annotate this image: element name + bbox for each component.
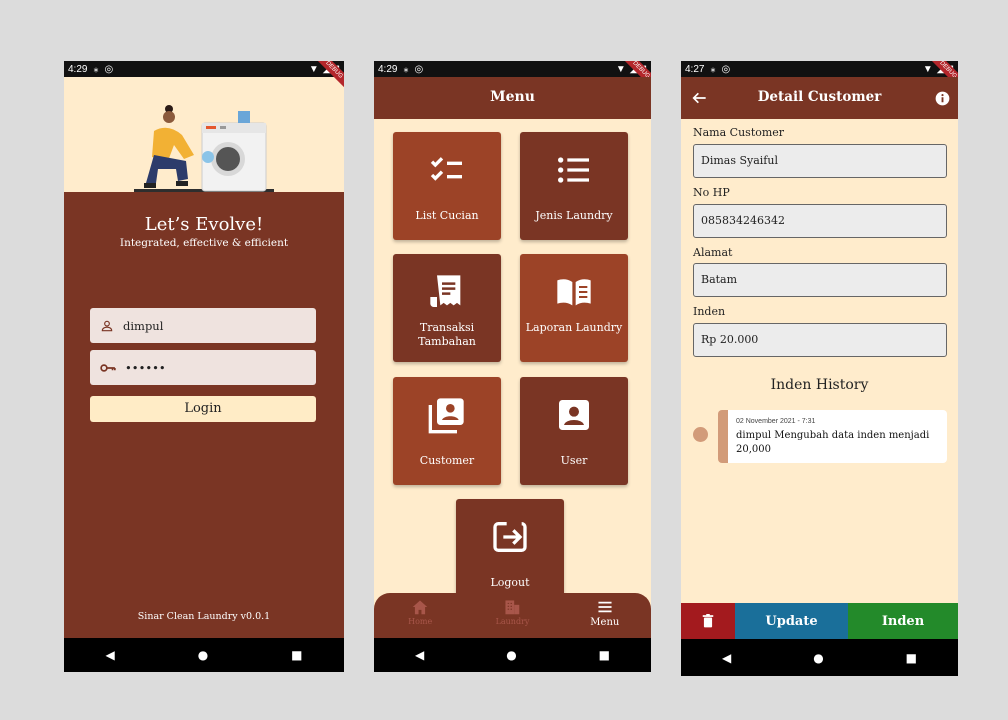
home-icon: [412, 600, 428, 615]
tile-transaksi-tambahan[interactable]: Transaksi Tambahan: [393, 254, 501, 362]
menu-icon: [598, 601, 612, 613]
tile-label: Jenis Laundry: [535, 209, 613, 222]
login-screen: 4:29⁎◎ ▼◢▮ DEBUG Let’s Evolve! Integrate…: [64, 61, 344, 672]
nav-laundry[interactable]: Laundry: [466, 593, 558, 638]
tile-label: Laporan Laundry: [525, 321, 623, 334]
page-title: Menu: [374, 77, 651, 119]
nav-label: Home: [408, 617, 433, 626]
nav-label: Laundry: [495, 617, 530, 626]
history-card: 02 November 2021 - 7:31 dimpul Mengubah …: [718, 410, 947, 463]
system-nav-bar: ◀ ● ■: [374, 638, 651, 672]
recents-icon[interactable]: ■: [599, 648, 610, 662]
input-alamat[interactable]: Batam: [693, 263, 947, 297]
back-icon[interactable]: ◀: [722, 651, 731, 665]
page-title: Detail Customer: [757, 89, 882, 105]
bottom-navigation: Home Laundry Menu: [374, 593, 651, 638]
person-icon: [101, 320, 113, 331]
nav-label: Menu: [590, 617, 620, 628]
receipt-icon: [430, 275, 461, 307]
wifi-icon: ▼: [308, 63, 319, 75]
home-circle-icon[interactable]: ●: [813, 651, 823, 665]
book-icon: [557, 279, 591, 306]
notification-icon: ⁎: [93, 63, 99, 75]
tile-label: Transaksi Tambahan: [418, 321, 476, 348]
menu-screen: 4:29⁎◎ ▼◢▮ DEBUG Menu List Cucian Jenis …: [374, 61, 651, 672]
action-bar: Update Inden: [681, 603, 958, 639]
list-icon: [558, 157, 589, 183]
nav-home[interactable]: Home: [374, 593, 466, 638]
checklist-icon: [430, 157, 462, 181]
exit-icon: [493, 522, 527, 552]
building-icon: [505, 600, 520, 615]
system-nav-bar: ◀ ● ■: [681, 639, 958, 676]
update-button[interactable]: Update: [735, 603, 848, 639]
app-version: Sinar Clean Laundry v0.0.1: [137, 611, 271, 622]
status-bar: 4:27⁎◎ ▼◢▮: [681, 61, 958, 77]
recents-icon[interactable]: ■: [291, 648, 302, 662]
contacts-stack-icon: [428, 398, 464, 434]
laundry-illustration: [134, 105, 274, 193]
username-value: dimpul: [123, 318, 164, 333]
tile-label: List Cucian: [415, 209, 479, 222]
timeline-dot: [693, 427, 708, 442]
inden-button[interactable]: Inden: [848, 603, 958, 639]
label-alamat: Alamat: [693, 246, 733, 259]
back-icon[interactable]: ◀: [415, 648, 424, 662]
trash-icon: [702, 614, 714, 628]
sync-icon: ◎: [414, 63, 424, 75]
tile-list-cucian[interactable]: List Cucian: [393, 132, 501, 240]
history-text: dimpul Mengubah data inden menjadi 20,00…: [736, 430, 930, 455]
key-icon: [100, 363, 116, 372]
label-nama-customer: Nama Customer: [693, 126, 785, 139]
input-no-hp[interactable]: 085834246342: [693, 204, 947, 238]
input-nama-customer[interactable]: Dimas Syaiful: [693, 144, 947, 178]
tile-jenis-laundry[interactable]: Jenis Laundry: [520, 132, 628, 240]
tile-user[interactable]: User: [520, 377, 628, 485]
recents-icon[interactable]: ■: [906, 651, 917, 665]
headline: Let’s Evolve!: [144, 214, 264, 235]
password-field[interactable]: ••••••: [90, 350, 316, 385]
history-title: Inden History: [770, 377, 869, 393]
sync-icon: ◎: [721, 63, 731, 75]
status-time: 4:27: [685, 63, 705, 75]
label-inden: Inden: [693, 305, 726, 318]
status-time: 4:29: [378, 63, 398, 75]
nav-menu[interactable]: Menu: [559, 593, 651, 638]
info-icon[interactable]: [935, 91, 950, 106]
back-icon[interactable]: ◀: [105, 648, 114, 662]
notification-icon: ⁎: [710, 63, 716, 75]
status-bar: 4:29⁎◎ ▼◢▮: [374, 61, 651, 77]
tile-logout[interactable]: Logout: [456, 499, 564, 607]
delete-button[interactable]: [681, 603, 735, 639]
app-bar: Detail Customer: [681, 77, 958, 119]
tile-label: Customer: [419, 454, 475, 467]
wifi-icon: ▼: [922, 63, 933, 75]
login-button[interactable]: Login: [90, 396, 316, 422]
account-box-icon: [559, 400, 589, 430]
home-circle-icon[interactable]: ●: [506, 648, 516, 662]
tile-label: Logout: [490, 576, 530, 589]
detail-customer-screen: 4:27⁎◎ ▼◢▮ DEBUG Detail Customer Nama Cu…: [681, 61, 958, 676]
sync-icon: ◎: [104, 63, 114, 75]
password-value: ••••••: [125, 360, 166, 375]
notification-icon: ⁎: [403, 63, 409, 75]
username-field[interactable]: dimpul: [90, 308, 316, 343]
tile-laporan-laundry[interactable]: Laporan Laundry: [520, 254, 628, 362]
status-bar: 4:29⁎◎ ▼◢▮: [64, 61, 344, 77]
home-circle-icon[interactable]: ●: [198, 648, 208, 662]
input-inden[interactable]: Rp 20.000: [693, 323, 947, 357]
label-no-hp: No HP: [693, 186, 730, 199]
wifi-icon: ▼: [615, 63, 626, 75]
tile-customer[interactable]: Customer: [393, 377, 501, 485]
history-date: 02 November 2021 - 7:31: [736, 418, 816, 425]
status-time: 4:29: [68, 63, 88, 75]
system-nav-bar: ◀ ● ■: [64, 638, 344, 672]
tagline: Integrated, effective & efficient: [119, 237, 289, 249]
tile-label: User: [560, 454, 588, 467]
